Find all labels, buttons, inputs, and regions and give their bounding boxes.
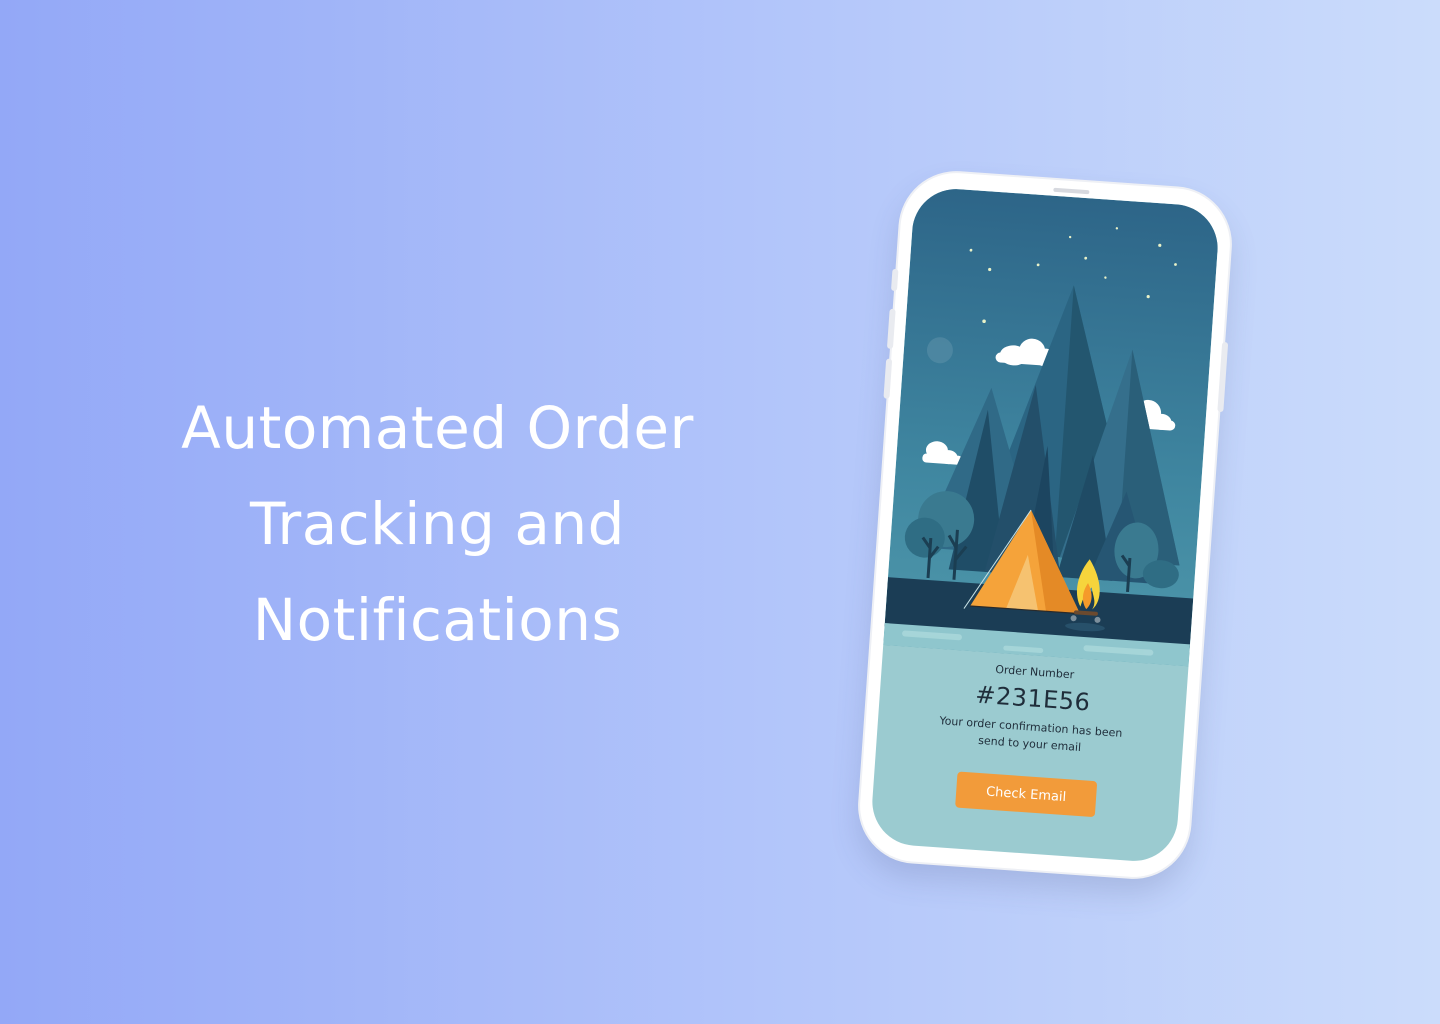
order-confirmation-message: Your order confirmation has been send to…: [939, 714, 1123, 755]
phone-power-button: [1217, 341, 1229, 413]
check-email-button[interactable]: Check Email: [955, 771, 1098, 818]
phone-frame: Order Number #231E56 Your order confirma…: [856, 169, 1234, 881]
phone-volume-down: [883, 358, 893, 399]
camping-illustration: [883, 186, 1221, 667]
headline-line-3: Notifications: [252, 586, 623, 654]
order-confirmation: Order Number #231E56 Your order confirma…: [872, 655, 1188, 823]
phone-screen: Order Number #231E56 Your order confirma…: [869, 186, 1221, 864]
headline-line-2: Tracking and: [249, 490, 625, 558]
phone-mockup: Order Number #231E56 Your order confirma…: [856, 169, 1234, 881]
headline-line-1: Automated Order: [181, 394, 694, 462]
phone-speaker: [1053, 187, 1090, 195]
phone-silent-switch: [890, 268, 899, 292]
phone-volume-up: [886, 308, 896, 349]
headline: Automated Order Tracking and Notificatio…: [100, 380, 775, 668]
